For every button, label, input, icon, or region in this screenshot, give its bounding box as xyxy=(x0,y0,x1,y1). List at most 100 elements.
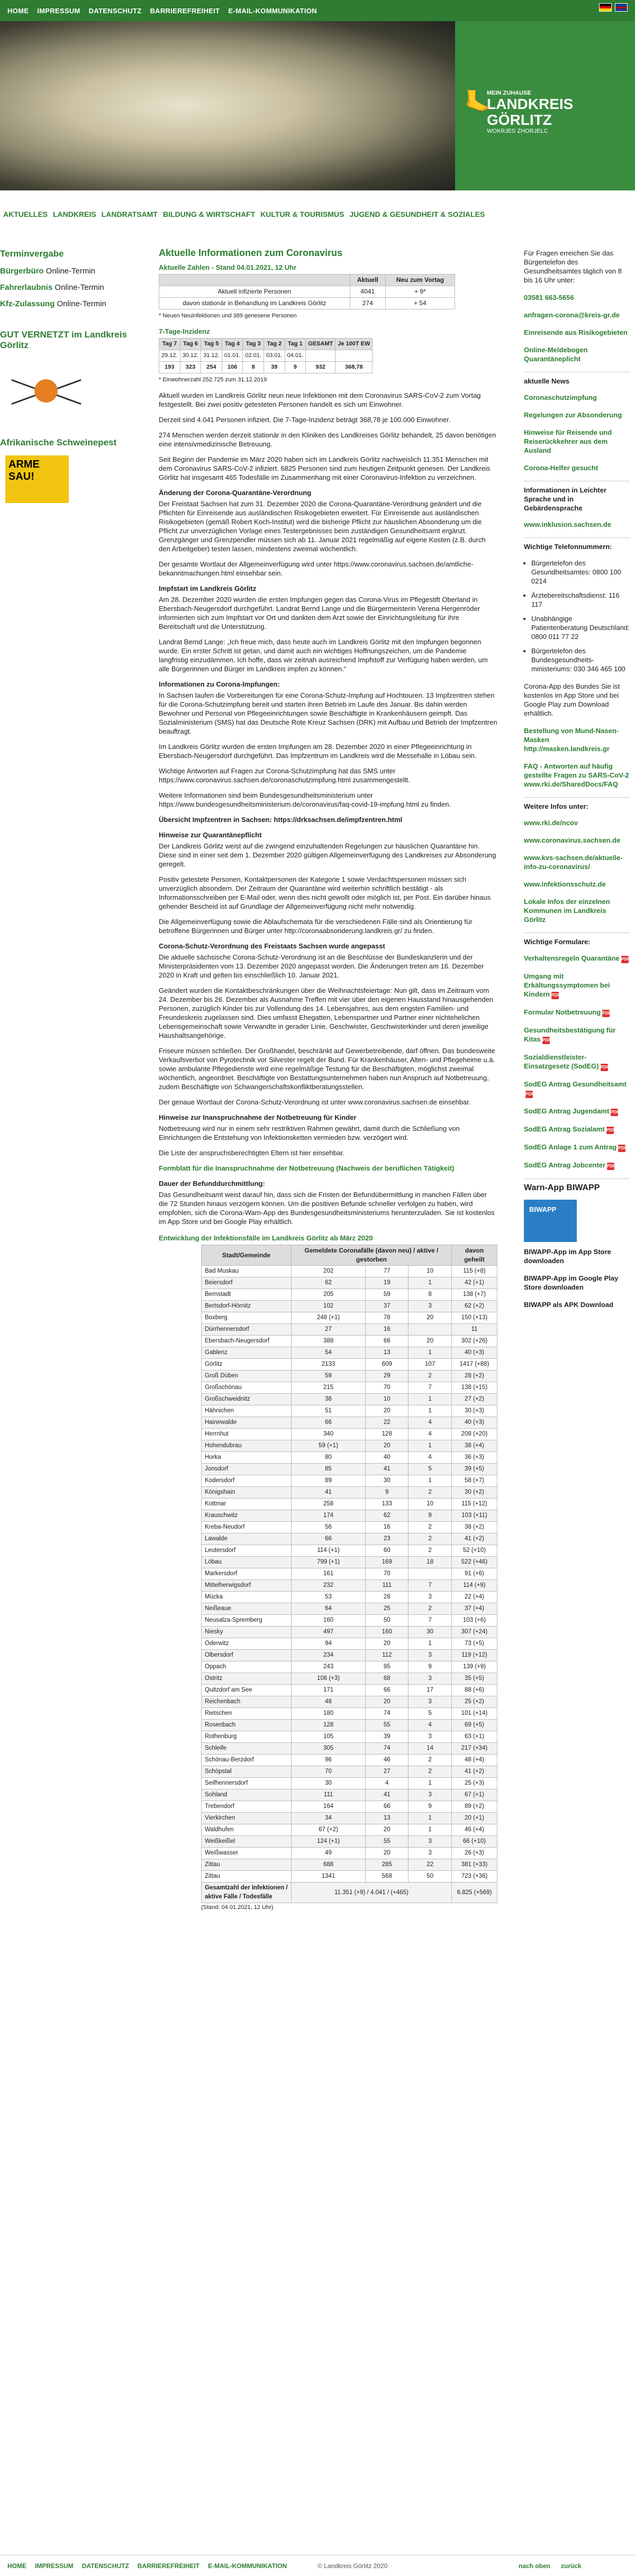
deaths-cell: 2 xyxy=(408,1754,452,1766)
form-link[interactable]: SodEG Antrag Jobcenter PDF xyxy=(524,1161,630,1170)
table-cell: 42 (+1) xyxy=(451,1277,498,1289)
para-20[interactable]: Der genaue Wortlaut der Corona-Schutz-Ve… xyxy=(159,1098,497,1107)
nav-datenschutz[interactable]: DATENSCHUTZ xyxy=(89,7,142,15)
table-row: Mittelherwigsdorf 232 111 7 114 (+9) xyxy=(201,1579,498,1592)
table-cell: 38 (+4) xyxy=(451,1440,498,1452)
formblatt-link[interactable]: Formblatt für die Inanspruchnahme der No… xyxy=(159,1164,497,1173)
url-infektionsschutz[interactable]: www.infektionsschutz.de xyxy=(524,880,630,889)
para-11[interactable]: Wichtige Antworten auf Fragen zur Corona… xyxy=(159,766,497,784)
form-link[interactable]: SodEG Antrag Sozialamt PDF xyxy=(524,1125,630,1134)
network-spider-icon[interactable] xyxy=(5,358,85,427)
corona-app-info[interactable]: Corona-App des Bundes Sie ist kostenlos … xyxy=(524,682,630,718)
phone-number[interactable]: 03581 663-5656 xyxy=(524,293,630,302)
para-12[interactable]: Weitere Informationen sind beim Bundesge… xyxy=(159,791,497,809)
menu-landratsamt[interactable]: LANDRATSAMT xyxy=(102,210,158,218)
deaths-cell: 1 xyxy=(408,1393,452,1405)
copyright: © Landkreis Görlitz 2020 xyxy=(318,2562,388,2570)
menu-jugend[interactable]: JUGEND & GESUNDHEIT & SOZIALES xyxy=(349,210,485,218)
table-cell: 40 xyxy=(365,1451,409,1464)
para-6[interactable]: Der gesamte Wortlaut der Allgemeinverfüg… xyxy=(159,560,497,578)
nav-email[interactable]: E-MAIL-KOMMUNIKATION xyxy=(228,7,317,15)
para-16[interactable]: Die Allgemeinverfügung sowie die Ablaufs… xyxy=(159,917,497,935)
footer-impressum[interactable]: IMPRESSUM xyxy=(35,2562,74,2570)
site-logo[interactable]: 🦶 MEIN ZUHAUSE LANDKREIS GÖRLITZ WOKRJES… xyxy=(455,21,635,190)
news-absonderung[interactable]: Regelungen zur Absonderung xyxy=(524,410,630,419)
form-link[interactable]: Verhaltensregeln Quarantäne PDF xyxy=(524,954,630,963)
form-link[interactable]: Gesundheitsbestätigung für Kitas PDF xyxy=(524,1026,630,1044)
table-cell: Niesky xyxy=(201,1626,292,1638)
table-cell: 111 xyxy=(291,1789,366,1801)
table-cell: 64 xyxy=(291,1603,366,1615)
email-link[interactable]: anfragen-corona@kreis-gr.de xyxy=(524,310,630,319)
forms-list: Verhaltensregeln Quarantäne PDF Umgang mit… xyxy=(524,954,630,1170)
url-rki[interactable]: www.rki.de/ncov xyxy=(524,818,630,827)
para-13[interactable]: Übersicht Impfzentren in Sachsen: https:… xyxy=(159,815,497,824)
footer-home[interactable]: HOME xyxy=(7,2562,26,2570)
link-einreisende[interactable]: Einreisende aus Risikogebieten xyxy=(524,328,630,337)
termin-buergerbuero[interactable]: Bürgerbüro Online-Termin xyxy=(0,267,138,276)
table-cell: 41 (+2) xyxy=(451,1533,498,1545)
inklusion-link[interactable]: www.inklusion.sachsen.de xyxy=(524,520,630,529)
url-kommunen[interactable]: Lokale Infos der einzelnen Kommunen im L… xyxy=(524,897,630,924)
table-cell: 9 xyxy=(365,1486,409,1499)
deaths-cell: 1 xyxy=(408,1812,452,1824)
news-impfung[interactable]: Coronaschutzimpfung xyxy=(524,393,630,402)
banner-image xyxy=(0,21,455,190)
link-meldebogen[interactable]: Online-Meldebogen Quarantäneplicht xyxy=(524,345,630,363)
biwapp-appstore[interactable]: BIWAPP-App im App Store downloaden xyxy=(524,1247,630,1265)
para-22[interactable]: Die Liste der anspruchsberechtigten Elte… xyxy=(159,1148,497,1157)
table-cell: 103 (+11) xyxy=(451,1510,498,1522)
url-sachsen[interactable]: www.coronavirus.sachsen.de xyxy=(524,836,630,845)
footer-barrierefreiheit[interactable]: BARRIEREFREIHEIT xyxy=(138,2562,199,2570)
table-cell: 11 xyxy=(451,1323,498,1336)
german-flag-icon[interactable] xyxy=(599,3,612,12)
menu-kultur[interactable]: KULTUR & TOURISMUS xyxy=(260,210,344,218)
form-link[interactable]: Umgang mit Erkältungssymptomen bei Kinde… xyxy=(524,972,630,999)
termin-kfz[interactable]: Kfz-Zulassung Online-Termin xyxy=(0,299,138,308)
news-reisende[interactable]: Hinweise für Reisende und Reiserückkehre… xyxy=(524,428,630,455)
table-cell: 102 xyxy=(291,1300,366,1312)
gut-vernetzt-title[interactable]: GUT VERNETZT im Landkreis Görlitz xyxy=(0,330,138,351)
form-link[interactable]: Sozialdienstleister-Einsatzgesetz (SodEG… xyxy=(524,1053,630,1071)
form-link[interactable]: Formular Notbetreuung PDF xyxy=(524,1008,630,1017)
table-cell: 243 xyxy=(291,1661,366,1673)
top-navigation: HOME IMPRESSUM DATENSCHUTZ BARRIEREFREIH… xyxy=(0,0,635,21)
table-cell: 88 (+6) xyxy=(451,1684,498,1696)
english-flag-icon[interactable] xyxy=(615,3,628,12)
back-link[interactable]: zurück xyxy=(561,2562,582,2570)
url-kvs[interactable]: www.kvs-sachsen.de/aktuelle-info-zu-coro… xyxy=(524,853,630,871)
footer-datenschutz[interactable]: DATENSCHUTZ xyxy=(82,2562,129,2570)
asp-banner[interactable]: ARME SAU! xyxy=(5,455,69,503)
nav-home[interactable]: HOME xyxy=(7,7,29,15)
table-cell: 35 (+5) xyxy=(451,1673,498,1685)
form-link[interactable]: SodEG Anlage 1 zum Antrag PDF xyxy=(524,1143,630,1152)
table-cell: 30 xyxy=(365,1475,409,1487)
masken-link[interactable]: Bestellung von Mund-Nasen-Masken http://… xyxy=(524,726,630,753)
termin-fahrerlaubnis[interactable]: Fahrerlaubnis Online-Termin xyxy=(0,283,138,292)
table-cell: 78 xyxy=(365,1312,409,1324)
table-cell: 248 (+1) xyxy=(291,1312,366,1324)
back-to-top[interactable]: nach oben xyxy=(519,2562,550,2570)
biwapp-logo[interactable]: BIWAPP xyxy=(524,1200,577,1242)
table-row: Bad Muskau 202 77 10 115 (+8) xyxy=(201,1265,498,1277)
nav-impressum[interactable]: IMPRESSUM xyxy=(37,7,80,15)
inzidenz-value: 254 xyxy=(201,361,222,373)
nav-barrierefreiheit[interactable]: BARRIEREFREIHEIT xyxy=(150,7,220,15)
form-link[interactable]: SodEG Antrag GesundheitsamtPDF xyxy=(524,1080,630,1098)
deaths-cell: 3 xyxy=(408,1300,452,1312)
biwapp-googleplay[interactable]: BIWAPP-App im Google Play Store download… xyxy=(524,1274,630,1292)
menu-landkreis[interactable]: LANDKREIS xyxy=(53,210,96,218)
news-helfer[interactable]: Corona-Helfer gesucht xyxy=(524,463,630,472)
asp-title[interactable]: Afrikanische Schweinepest xyxy=(0,437,138,448)
table-row: Niesky 497 160 30 307 (+24) xyxy=(201,1626,498,1638)
biwapp-apk[interactable]: BIWAPP als APK Download xyxy=(524,1300,630,1309)
menu-aktuelles[interactable]: AKTUELLES xyxy=(3,210,48,218)
table-cell: 30 xyxy=(291,1777,366,1789)
footer-email[interactable]: E-MAIL-KOMMUNIKATION xyxy=(208,2562,287,2570)
menu-bildung[interactable]: BILDUNG & WIRTSCHAFT xyxy=(163,210,255,218)
table-cell: 150 (+13) xyxy=(451,1312,498,1324)
table-cell: 77 xyxy=(365,1265,409,1277)
faq-link[interactable]: FAQ - Antworten auf häufig gestellte Fra… xyxy=(524,762,630,789)
form-link[interactable]: SodEG Antrag Jugendamt PDF xyxy=(524,1107,630,1116)
deaths-cell: 18 xyxy=(408,1556,452,1568)
